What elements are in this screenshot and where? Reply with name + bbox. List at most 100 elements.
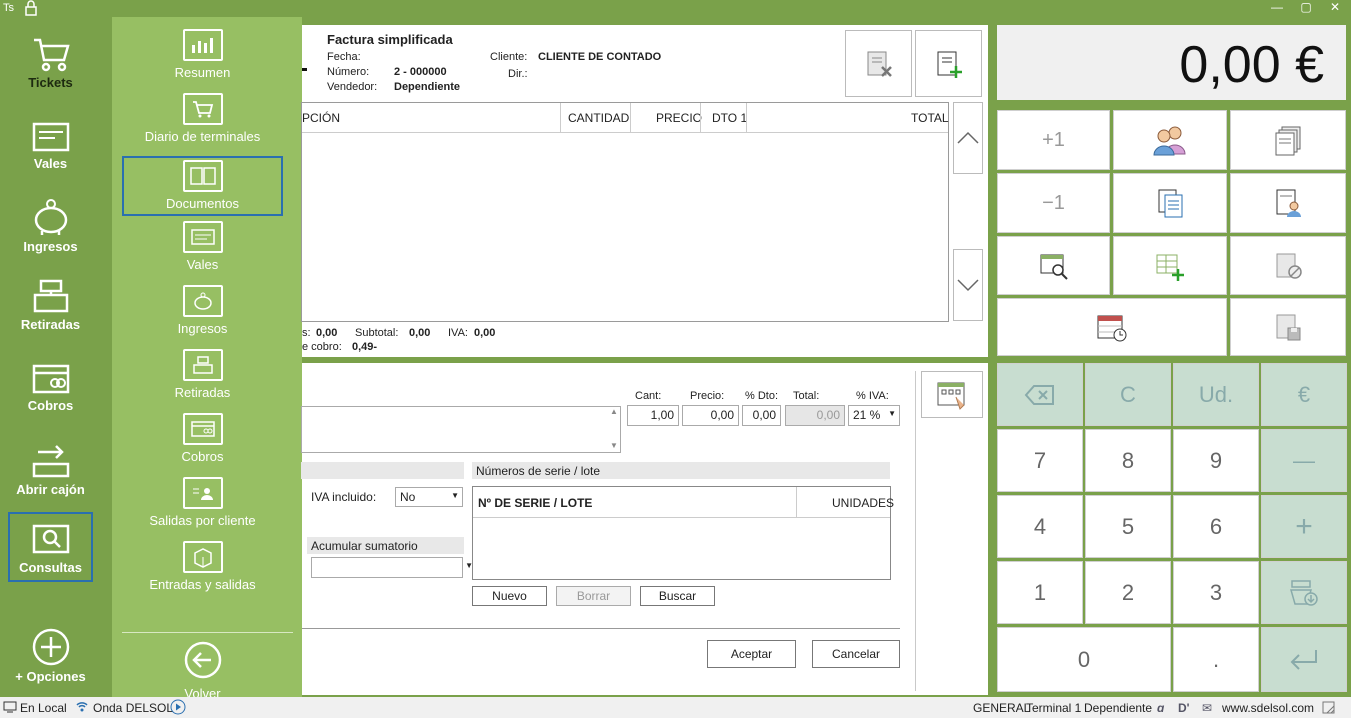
sidebar-item-consultas[interactable]: Consultas [8,512,93,582]
submenu-item-salidas-cliente[interactable]: Salidas por cliente [122,477,283,537]
buscar-button[interactable]: Buscar [640,586,715,606]
key-7[interactable]: 7 [997,429,1083,492]
precio-input[interactable]: 0,00 [682,405,739,426]
minus-key[interactable]: — [1261,429,1347,492]
col-precio[interactable]: PRECIO [656,111,702,125]
scale-key[interactable] [1261,561,1347,624]
units-key[interactable]: Ud. [1173,363,1259,426]
options-button[interactable]: + Opciones [8,627,93,697]
cant-input[interactable]: 1,00 [627,405,679,426]
cash-register-icon [33,279,68,313]
footer-a-label: s: [302,327,311,339]
documents-stack-button[interactable] [1230,110,1346,170]
mail-icon[interactable]: ✉ [1202,701,1212,715]
description-textarea[interactable] [301,406,621,453]
col-divider [630,103,631,133]
backspace-key[interactable] [997,363,1083,426]
iva-incluido-select[interactable]: No ▼ [395,487,463,507]
sidebar-item-abrir-cajon[interactable]: Abrir cajón [8,442,93,512]
submenu-label: Vales [186,257,219,272]
submenu-item-documentos[interactable]: Documentos [122,156,283,216]
col-total[interactable]: TOTAL [911,111,949,125]
iva-select[interactable]: 21 % ▼ [848,405,900,426]
submenu-item-cobros[interactable]: Cobros [122,413,283,473]
card-icon [32,364,69,394]
minus-one-button[interactable]: −1 [997,173,1110,233]
submenu-item-ingresos[interactable]: Ingresos [122,285,283,345]
alpha-icon[interactable]: ɑ [1157,701,1164,715]
close-button[interactable]: ✕ [1322,0,1348,17]
website-link[interactable]: www.sdelsol.com [1222,701,1314,715]
sidebar-item-vales[interactable]: Vales [8,120,93,190]
sidebar-label: Consultas [19,560,82,575]
sidebar-item-retiradas[interactable]: Retiradas [8,277,93,347]
cancelar-button[interactable]: Cancelar [812,640,900,668]
sidebar-label: Cobros [27,398,74,413]
total-display: 0,00 € [997,25,1346,100]
key-0[interactable]: 0 [997,627,1171,692]
resize-grip-icon[interactable] [1322,701,1336,715]
nuevo-button[interactable]: Nuevo [472,586,547,606]
submenu-item-entradas-salidas[interactable]: Entradas y salidas [122,541,283,601]
plus-key[interactable]: + [1261,495,1347,558]
textarea-scroll-down[interactable]: ▼ [610,441,618,450]
plus-one-button[interactable]: +1 [997,110,1110,170]
cliente-value[interactable]: CLIENTE DE CONTADO [538,51,661,63]
scroll-up-button[interactable] [953,102,983,174]
key-5[interactable]: 5 [1085,495,1171,558]
app-abbr: Ts [3,2,14,14]
customers-icon [1153,126,1186,156]
borrar-button[interactable]: Borrar [556,586,631,606]
enter-key[interactable] [1261,627,1347,692]
aceptar-button[interactable]: Aceptar [707,640,796,668]
maximize-button[interactable]: ▢ [1293,0,1319,17]
save-document-button[interactable] [1230,298,1346,356]
copy-document-button[interactable] [1113,173,1227,233]
key-8[interactable]: 8 [1085,429,1171,492]
sidebar-item-tickets[interactable]: Tickets [8,35,93,105]
key-4[interactable]: 4 [997,495,1083,558]
terminal-status: Terminal 1 [1026,701,1082,715]
submenu-item-diario[interactable]: Diario de terminales [122,93,283,153]
key-3[interactable]: 3 [1173,561,1259,624]
decimal-key[interactable]: . [1173,627,1259,692]
sidebar-item-cobros[interactable]: Cobros [8,362,93,432]
lines-grid[interactable] [301,102,949,322]
sidebar-item-ingresos[interactable]: Ingresos [8,197,93,267]
submenu-item-retiradas[interactable]: Retiradas [122,349,283,409]
clear-key[interactable]: C [1085,363,1171,426]
new-document-button[interactable] [915,30,982,97]
cancel-document-button[interactable] [1230,236,1346,295]
schedule-button[interactable] [997,298,1227,356]
key-6[interactable]: 6 [1173,495,1259,558]
textarea-scroll-up[interactable]: ▲ [610,407,618,416]
customers-button[interactable] [1113,110,1227,170]
delete-document-button[interactable] [845,30,912,97]
serie-col[interactable]: Nº DE SERIE / LOTE [478,496,592,510]
iva-incluido-value: No [400,490,416,504]
dto-input[interactable]: 0,00 [742,405,781,426]
serie-grid[interactable]: Nº DE SERIE / LOTE UNIDADES [472,486,894,580]
search-lines-button[interactable] [997,236,1110,295]
play-icon[interactable] [170,699,186,715]
unidades-col[interactable]: UNIDADES [832,496,894,510]
key-9[interactable]: 9 [1173,429,1259,492]
back-button[interactable]: Volver [122,640,283,701]
lock-icon[interactable] [24,0,38,16]
col-descripcion[interactable]: PCIÓN [302,111,340,125]
key-2[interactable]: 2 [1085,561,1171,624]
submenu-item-resumen[interactable]: Resumen [122,29,283,89]
submenu-item-vales[interactable]: Vales [122,221,283,281]
acumular-select[interactable]: ▼ [311,557,473,578]
key-1[interactable]: 1 [997,561,1083,624]
col-cantidad[interactable]: CANTIDAD [568,111,629,125]
keyboard-button[interactable] [921,371,983,418]
col-dto1[interactable]: DTO 1 [712,111,747,125]
customer-document-button[interactable] [1230,173,1346,233]
d-logo-icon[interactable]: D' [1178,701,1190,715]
add-line-button[interactable] [1113,236,1227,295]
euro-key[interactable]: € [1261,363,1347,426]
dropdown-arrow-icon: ▼ [451,491,459,500]
scroll-down-button[interactable] [953,249,983,321]
minimize-button[interactable]: — [1264,0,1290,17]
